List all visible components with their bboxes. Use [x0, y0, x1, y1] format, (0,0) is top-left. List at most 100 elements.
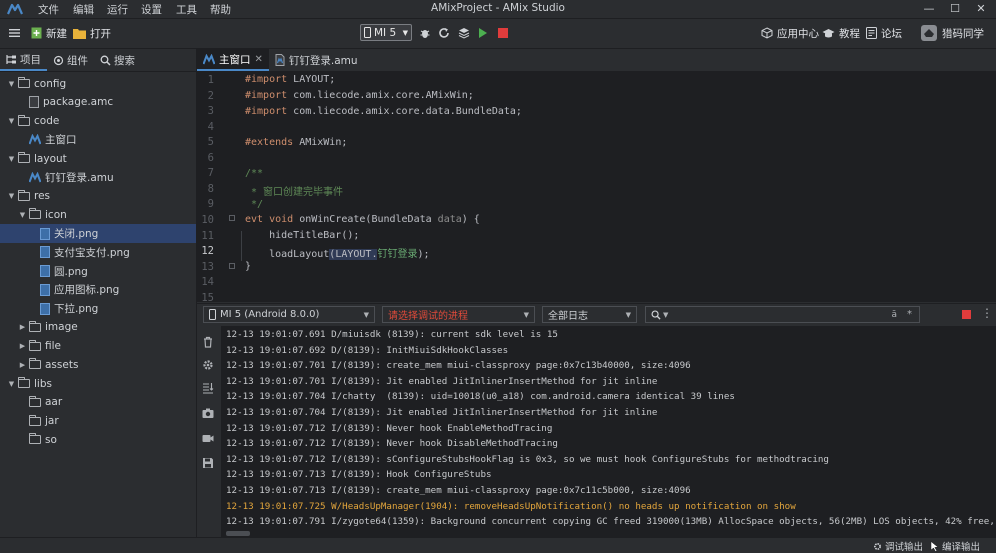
tree-item[interactable]: ▼ icon	[0, 205, 196, 224]
log-search-input[interactable]: ▼ ā *	[645, 306, 920, 323]
scrollbar-thumb[interactable]	[226, 531, 250, 536]
fold-marker-icon[interactable]	[229, 215, 235, 221]
log-output[interactable]: 12-13 19:01:07.691 D/miuisdk (8139): cur…	[222, 326, 996, 530]
chevron-down-icon[interactable]: ▼	[7, 80, 16, 88]
process-select[interactable]: 请选择调试的进程 ▼	[382, 306, 535, 323]
tree-item[interactable]: jar	[0, 412, 196, 431]
tree-item[interactable]: ▼ layout	[0, 149, 196, 168]
camera-icon[interactable]	[202, 407, 214, 419]
chevron-right-icon[interactable]: ▶	[18, 342, 27, 350]
maximize-button[interactable]: ☐	[942, 0, 968, 18]
chevron-down-icon[interactable]: ▼	[7, 155, 16, 163]
chevron-right-icon[interactable]: ▶	[18, 361, 27, 369]
tree-item[interactable]: 圆.png	[0, 262, 196, 281]
debug-button[interactable]	[419, 25, 431, 41]
gear-icon[interactable]	[202, 359, 214, 371]
tree-item[interactable]: ▼ res	[0, 187, 196, 206]
chevron-down-icon[interactable]: ▼	[7, 380, 16, 388]
menu-help[interactable]: 帮助	[210, 2, 231, 17]
filter-list-icon[interactable]	[202, 382, 214, 394]
folder-icon	[29, 414, 41, 426]
tree-item[interactable]: ▶ file	[0, 337, 196, 356]
minimize-button[interactable]: —	[916, 0, 942, 18]
video-record-icon[interactable]	[202, 432, 214, 444]
log-level-select[interactable]: 全部日志 ▼	[542, 306, 637, 323]
stop-button[interactable]	[498, 25, 508, 41]
code-line: evt void onWinCreate(BundleData data) {	[245, 214, 480, 225]
hamburger-menu-button[interactable]	[9, 25, 20, 41]
project-tree-icon	[6, 54, 16, 64]
chevron-right-icon[interactable]: ▶	[18, 323, 27, 331]
code-line: /**	[245, 168, 264, 179]
tree-item[interactable]: aar	[0, 393, 196, 412]
hamburger-icon	[9, 29, 20, 37]
code-line-current: loadLayout(LAYOUT.钉钉登录);	[245, 245, 430, 260]
play-icon	[479, 28, 487, 38]
run-button[interactable]	[478, 25, 488, 41]
chevron-down-icon: ▼	[402, 28, 408, 37]
log-device-select[interactable]: MI 5 (Android 8.0.0) ▼	[203, 306, 375, 323]
tab-search[interactable]: 搜索	[94, 49, 141, 71]
chevron-down-icon[interactable]: ▼	[7, 192, 16, 200]
app-center-label: 应用中心	[777, 27, 819, 40]
tree-item[interactable]: 主窗口	[0, 130, 196, 149]
avatar	[921, 25, 937, 41]
stop-log-icon[interactable]	[962, 310, 971, 319]
folder-icon	[29, 208, 41, 220]
code-token: onWinCreate(BundleData	[293, 214, 438, 225]
log-line: 12-13 19:01:07.701 I/(8139): create_mem …	[226, 360, 691, 372]
regex-icon[interactable]: *	[907, 309, 912, 320]
menu-settings[interactable]: 设置	[141, 2, 162, 17]
tree-item[interactable]: package.amc	[0, 93, 196, 112]
close-window-button[interactable]: ✕	[968, 0, 994, 18]
tree-item-label: 圆.png	[54, 265, 88, 278]
tab-components[interactable]: 组件	[47, 49, 94, 71]
tree-item[interactable]: ▼ libs	[0, 374, 196, 393]
tree-item[interactable]: ▼ code	[0, 112, 196, 131]
tree-item[interactable]: 钉钉登录.amu	[0, 168, 196, 187]
menu-run[interactable]: 运行	[107, 2, 128, 17]
folder-icon	[18, 114, 30, 126]
tree-item[interactable]: 关闭.png	[0, 224, 196, 243]
search-icon	[100, 55, 111, 66]
app-center-button[interactable]: 应用中心	[761, 25, 819, 41]
tree-item-label: 钉钉登录.amu	[45, 171, 114, 184]
code-token: void	[263, 214, 294, 225]
editor-tab-dingtalk-login[interactable]: 钉钉登录.amu	[269, 49, 364, 71]
tree-item[interactable]: so	[0, 430, 196, 449]
log-horizontal-scrollbar[interactable]	[222, 530, 996, 537]
close-tab-icon[interactable]: ✕	[255, 54, 263, 65]
line-number: 7	[207, 167, 214, 180]
tree-item-label: so	[45, 433, 57, 446]
menu-tools[interactable]: 工具	[176, 2, 197, 17]
menu-file[interactable]: 文件	[38, 2, 59, 17]
folder-icon	[29, 395, 41, 407]
forum-button[interactable]: 论坛	[866, 25, 902, 41]
tree-item[interactable]: ▶ image	[0, 318, 196, 337]
new-button[interactable]: 新建	[31, 25, 67, 41]
tutorial-button[interactable]: 教程	[822, 25, 860, 41]
tab-project[interactable]: 项目	[0, 49, 47, 71]
device-selector[interactable]: MI 5 ▼	[360, 24, 412, 41]
editor-tab-main-window[interactable]: 主窗口 ✕	[197, 49, 269, 71]
code-line: #import com.liecode.amix.core.AMixWin;	[245, 90, 474, 101]
menu-edit[interactable]: 编辑	[73, 2, 94, 17]
open-button[interactable]: 打开	[73, 25, 111, 41]
layers-button[interactable]	[458, 25, 470, 41]
tree-item[interactable]: 支付宝支付.png	[0, 243, 196, 262]
more-options-icon[interactable]: ⋮	[981, 306, 993, 320]
tree-item[interactable]: 应用图标.png	[0, 280, 196, 299]
chevron-down-icon[interactable]: ▼	[18, 211, 27, 219]
fold-marker-icon[interactable]	[229, 263, 235, 269]
log-line: 12-13 19:01:07.713 I/(8139): create_mem …	[226, 485, 691, 496]
tree-item[interactable]: ▼ config	[0, 74, 196, 93]
refresh-button[interactable]	[438, 25, 450, 41]
trash-icon[interactable]	[202, 336, 214, 348]
chevron-down-icon[interactable]: ▼	[7, 117, 16, 125]
save-icon[interactable]	[202, 457, 214, 469]
code-editor[interactable]: 1 2 3 4 5 6 7 8 9 10 11 12 13 14 15 #import LAYOUT; #i…	[197, 72, 996, 302]
case-sensitive-icon[interactable]: ā	[891, 310, 897, 320]
user-profile-button[interactable]: 猎码同学	[920, 23, 984, 43]
tree-item[interactable]: ▶ assets	[0, 355, 196, 374]
tree-item[interactable]: 下拉.png	[0, 299, 196, 318]
